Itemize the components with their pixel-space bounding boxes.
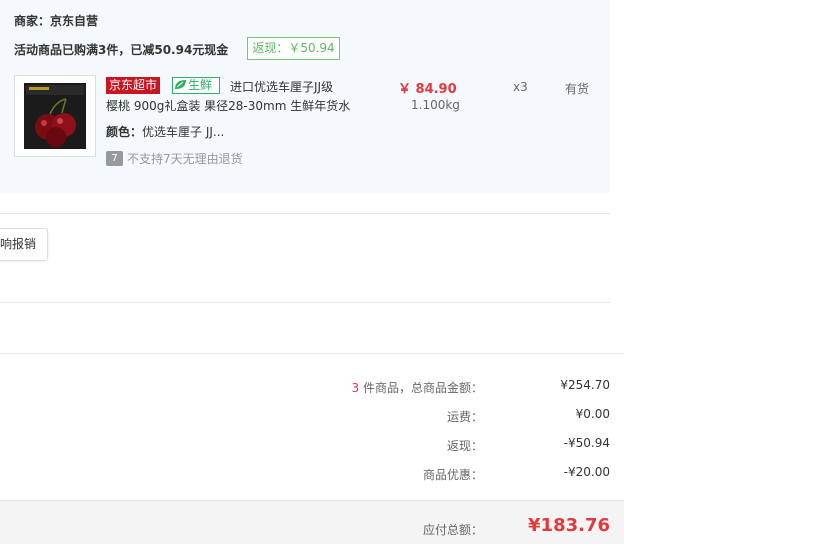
divider	[0, 353, 624, 354]
jd-supermarket-tag: 京东超市	[106, 77, 161, 94]
fresh-leaf-icon	[175, 80, 186, 89]
store-order-panel: 商家：京东自营 活动商品已购满3件，已减50.94元现金 返现：￥50.94 京…	[0, 0, 610, 193]
total-label: 应付总额：	[422, 523, 483, 537]
discount-value: -¥20.00	[563, 465, 610, 479]
divider	[0, 213, 610, 214]
product-title-line1[interactable]: 进口优选车厘子JJ级	[230, 78, 333, 95]
no-return-text: 不支持7天无理由退货	[127, 152, 243, 166]
product-thumbnail[interactable]	[14, 75, 96, 157]
cashback-value: -¥50.94	[563, 436, 610, 450]
shipping-label: 运费：	[446, 410, 483, 424]
no-return-notice: 7 不支持7天无理由退货	[106, 150, 243, 167]
product-price: ￥ 84.90	[398, 82, 457, 97]
merchant-label: 商家：京东自营	[14, 14, 99, 28]
total-value: ¥183.76	[528, 515, 610, 536]
color-value: 优选车厘子 JJ...	[142, 125, 225, 139]
cashback-tag: 返现：￥50.94	[247, 37, 340, 60]
order-confirm-page: 商家：京东自营 活动商品已购满3件，已减50.94元现金 返现：￥50.94 京…	[0, 0, 819, 544]
no-return-icon: 7	[106, 151, 123, 166]
divider	[0, 302, 610, 303]
fresh-tag-label: 生鲜	[188, 78, 213, 92]
product-quantity: x3	[513, 80, 528, 94]
cashback-label: 返现：	[446, 439, 483, 453]
items-total-value: ¥254.70	[560, 378, 610, 392]
cherry-gift-box-image	[24, 83, 86, 149]
items-label-text: 件商品，总商品金额：	[359, 381, 483, 395]
reimburse-button[interactable]: 响报销	[0, 228, 48, 261]
discount-label: 商品优惠：	[422, 468, 483, 482]
shipping-value: ¥0.00	[575, 407, 610, 421]
product-title-line2[interactable]: 樱桃 900g礼盒装 果径28-30mm 生鲜年货水	[106, 97, 350, 114]
items-total-label: 3 件商品，总商品金额：	[352, 379, 483, 396]
color-label: 颜色：	[106, 125, 143, 139]
product-weight: 1.100kg	[411, 98, 460, 112]
promo-text: 活动商品已购满3件，已减50.94元现金	[14, 43, 229, 57]
product-color: 颜色：优选车厘子 JJ...	[106, 123, 224, 140]
fresh-food-tag: 生鲜	[172, 77, 220, 94]
stock-status: 有货	[565, 82, 590, 96]
